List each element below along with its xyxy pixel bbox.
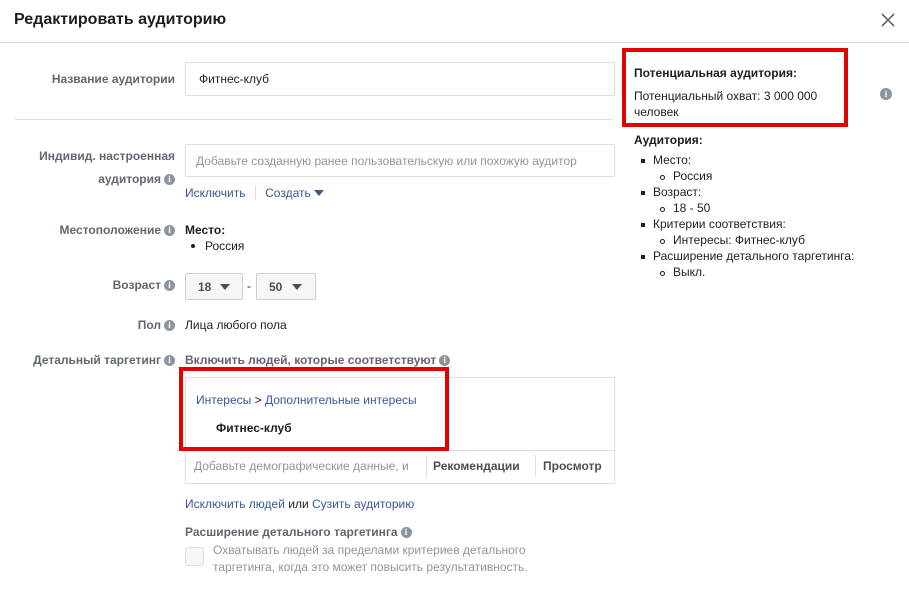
bullet <box>660 175 665 180</box>
sidebar-criteria-value: Интересы: Фитнес-клуб <box>673 233 805 247</box>
info-icon[interactable]: i <box>164 355 175 366</box>
bullet <box>641 223 645 227</box>
age-label-text: Возраст <box>112 278 161 292</box>
info-icon[interactable]: i <box>164 174 175 185</box>
detailed-targeting-label-text: Детальный таргетинг <box>33 353 161 367</box>
expansion-checkbox[interactable] <box>185 547 204 566</box>
or-text: или <box>288 497 309 511</box>
bullet <box>641 191 645 195</box>
age-separator: - <box>247 279 251 293</box>
audience-name-value: Фитнес-клуб <box>199 72 270 86</box>
age-label: Возраст i <box>20 278 175 292</box>
age-from-value: 18 <box>198 280 212 294</box>
section-divider <box>15 119 613 120</box>
custom-audience-label-line1: Индивид. настроенная <box>39 149 175 163</box>
create-link[interactable]: Создать <box>265 186 324 200</box>
sidebar-expansion-value: Выкл. <box>673 265 706 279</box>
sidebar-age-value: 18 - 50 <box>673 201 711 215</box>
custom-audience-label-line2: аудитория <box>98 172 161 186</box>
info-icon[interactable]: i <box>164 280 175 291</box>
divider <box>426 455 427 477</box>
expansion-title: Расширение детального таргетинга i <box>185 525 412 539</box>
audience-name-input[interactable]: Фитнес-клуб <box>185 62 615 96</box>
sidebar-criteria-label: Критерии соответствия: <box>653 217 786 231</box>
recommendations-button[interactable]: Рекомендации <box>433 459 520 473</box>
expansion-line1: Охватывать людей за пределами критериев … <box>213 543 526 557</box>
info-icon[interactable]: i <box>164 320 175 331</box>
age-from-dropdown[interactable]: 18 <box>185 273 243 300</box>
caret-down-icon <box>292 284 302 290</box>
detailed-targeting-label: Детальный таргетинг i <box>10 353 175 367</box>
highlight-box-interest <box>179 367 449 451</box>
gender-label: Пол i <box>20 318 175 332</box>
info-icon[interactable]: i <box>164 225 175 236</box>
age-to-value: 50 <box>269 280 283 294</box>
create-link-label: Создать <box>265 186 311 200</box>
bullet <box>191 244 195 248</box>
narrow-audience-link[interactable]: Сузить аудиторию <box>312 497 414 511</box>
include-text-label: Включить людей, которые соответствуют <box>185 353 437 367</box>
caret-down-icon <box>220 284 230 290</box>
location-label: Местоположение i <box>20 223 175 237</box>
gender-label-text: Пол <box>137 318 161 332</box>
info-icon[interactable]: i <box>400 527 412 538</box>
audience-title: Аудитория: <box>634 133 703 147</box>
exclude-link[interactable]: Исключить <box>185 186 245 200</box>
info-icon[interactable]: i <box>880 88 892 100</box>
bullet <box>660 207 665 212</box>
highlight-box-reach <box>622 48 848 127</box>
targeting-actions: Исключить людей или Сузить аудиторию <box>185 497 414 511</box>
caret-down-icon <box>313 190 324 196</box>
expansion-title-text: Расширение детального таргетинга <box>185 525 398 539</box>
location-label-text: Местоположение <box>59 223 161 237</box>
custom-audience-input[interactable]: Добавьте созданную ранее пользовательску… <box>185 144 615 177</box>
browse-button[interactable]: Просмотр <box>543 459 602 473</box>
age-to-dropdown[interactable]: 50 <box>256 273 316 300</box>
sidebar-place-value: Россия <box>673 169 713 183</box>
location-item: Россия <box>205 239 245 253</box>
divider <box>535 455 536 477</box>
divider <box>254 186 256 200</box>
bullet <box>641 159 645 163</box>
custom-audience-actions: Исключить Создать <box>185 186 324 200</box>
custom-audience-placeholder: Добавьте созданную ранее пользовательску… <box>196 154 577 168</box>
dialog-title: Редактировать аудиторию <box>14 11 227 28</box>
bullet <box>641 255 645 259</box>
location-heading: Место: <box>185 223 226 237</box>
bullet <box>660 271 665 276</box>
targeting-search-input[interactable]: Добавьте демографические данные, и <box>194 459 418 473</box>
dialog-header: Редактировать аудиторию <box>0 0 909 43</box>
expansion-line2: таргетинга, когда это может повысить рез… <box>213 560 528 574</box>
gender-value[interactable]: Лица любого пола <box>185 318 287 332</box>
sidebar-expansion-label: Расширение детального таргетинга: <box>653 249 855 263</box>
close-icon <box>881 13 895 27</box>
sidebar-age-label: Возраст: <box>653 185 702 199</box>
audience-name-label: Название аудитории <box>51 72 175 86</box>
info-icon[interactable]: i <box>439 355 451 366</box>
sidebar-place-label: Место: <box>653 153 692 167</box>
include-text: Включить людей, которые соответствуют i <box>185 353 451 367</box>
bullet <box>660 239 665 244</box>
exclude-people-link[interactable]: Исключить людей <box>185 497 285 511</box>
custom-audience-label: аудитория i <box>20 172 175 186</box>
expansion-description: Охватывать людей за пределами критериев … <box>213 542 528 576</box>
close-button[interactable] <box>878 10 898 30</box>
